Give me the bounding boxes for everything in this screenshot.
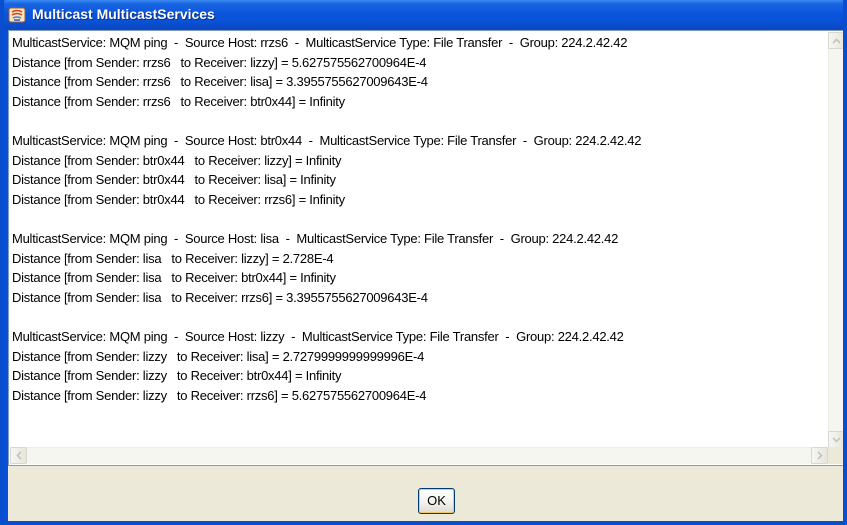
output-line: Distance [from Sender: btr0x44 to Receiv…	[12, 172, 336, 188]
window-title: Multicast MulticastServices	[32, 6, 215, 22]
output-line: Distance [from Sender: rrzs6 to Receiver…	[12, 54, 427, 70]
output-line: Distance [from Sender: btr0x44 to Receiv…	[12, 191, 345, 207]
chevron-up-icon[interactable]	[828, 32, 843, 49]
output-line: Distance [from Sender: rrzs6 to Receiver…	[12, 93, 345, 109]
output-text-area[interactable]: MulticastService: MQM ping - Source Host…	[8, 30, 843, 466]
output-line: Distance [from Sender: rrzs6 to Receiver…	[12, 74, 428, 90]
chevron-left-icon[interactable]	[10, 447, 27, 464]
output-line: Distance [from Sender: btr0x44 to Receiv…	[12, 152, 342, 168]
output-line: MulticastService: MQM ping - Source Host…	[12, 35, 628, 50]
title-bar[interactable]: Multicast MulticastServices ✕	[4, 0, 843, 30]
output-line: Distance [from Sender: lisa to Receiver:…	[12, 270, 336, 286]
output-text: MulticastService: MQM ping - Source Host…	[11, 33, 824, 451]
vertical-scrollbar[interactable]	[828, 32, 843, 448]
output-line: Distance [from Sender: lizzy to Receiver…	[12, 368, 342, 384]
output-line: MulticastService: MQM ping - Source Host…	[12, 328, 624, 344]
output-line: Distance [from Sender: lisa to Receiver:…	[12, 289, 428, 305]
chevron-right-icon[interactable]	[811, 447, 828, 464]
dialog-content: MulticastService: MQM ping - Source Host…	[8, 30, 843, 521]
output-line: Distance [from Sender: lisa to Receiver:…	[12, 250, 334, 266]
output-line: Distance [from Sender: lizzy to Receiver…	[12, 387, 427, 403]
dialog-window: Multicast MulticastServices ✕ MulticastS…	[0, 0, 847, 525]
chevron-down-icon[interactable]	[828, 431, 843, 448]
output-line: Distance [from Sender: lizzy to Receiver…	[12, 348, 425, 364]
java-app-icon	[8, 7, 26, 23]
output-line: MulticastService: MQM ping - Source Host…	[12, 230, 619, 246]
horizontal-scrollbar[interactable]	[10, 447, 828, 464]
ok-button[interactable]: OK	[418, 488, 455, 514]
scrollbar-corner	[828, 447, 843, 464]
output-line: MulticastService: MQM ping - Source Host…	[12, 132, 642, 148]
